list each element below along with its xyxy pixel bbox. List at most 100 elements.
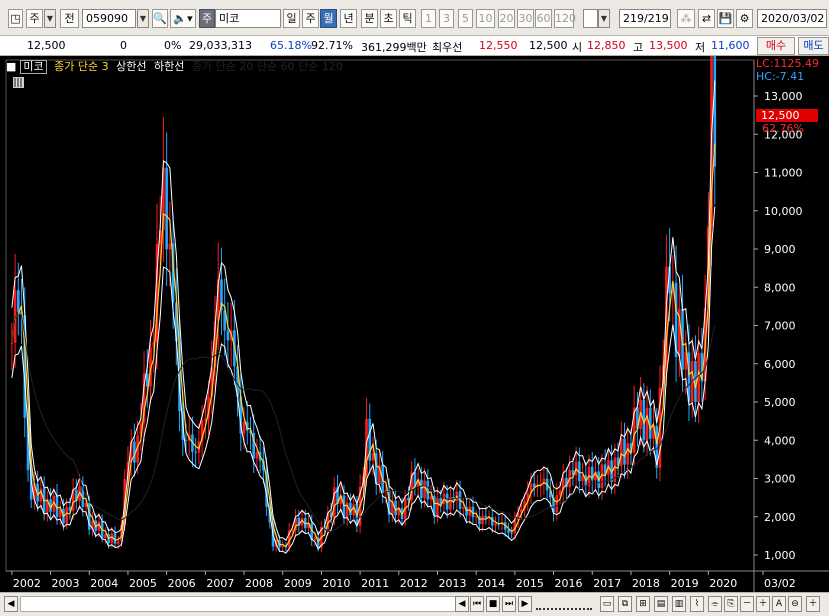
speaker-icon[interactable]: 🔈▾	[170, 9, 196, 28]
window-icon[interactable]: ◳	[8, 9, 23, 28]
change-rate: 0%	[164, 39, 182, 52]
interval-button-0[interactable]: 1	[421, 9, 436, 28]
low-price: 11,600	[711, 39, 750, 52]
period-type-select[interactable]: 주	[26, 9, 43, 28]
open-label: 시	[572, 41, 583, 54]
x-tick-label: 2017	[593, 577, 621, 590]
legend-upper-band[interactable]: 상한선	[116, 60, 146, 73]
legend-ma[interactable]: 종가 단순 3	[54, 60, 108, 73]
stop-icon[interactable]: ■	[486, 596, 500, 612]
legend-hidden-mas[interactable]: 종가 단순 20 단순 60 단순 120	[192, 60, 343, 73]
volume: 29,033,313	[189, 39, 252, 52]
price-change: 0	[120, 39, 127, 52]
grid-icon[interactable]: ⊞	[636, 596, 650, 612]
window-restore-icon[interactable]: ▭	[600, 596, 614, 612]
candle-body	[17, 290, 20, 312]
search-icon[interactable]: 🔍	[152, 9, 168, 28]
stock-code-dropdown-icon[interactable]: ▼	[137, 9, 149, 28]
zoom-in-icon[interactable]: ＋	[806, 596, 820, 612]
prev-button[interactable]: 전	[60, 9, 79, 28]
candle-body	[226, 330, 230, 341]
tab-period-0[interactable]: 일	[283, 9, 300, 28]
date-field[interactable]: 2020/03/02	[757, 9, 827, 28]
high-label: 고	[633, 41, 644, 54]
candle-body	[626, 443, 630, 465]
fast-forward-icon[interactable]: ⏭	[502, 596, 516, 612]
toolbar: ◳ 주 ▼ 전 059090 ▼ 🔍 🔈▾ 주 미코 일주월년분초틱 1 3 5 10…	[0, 0, 829, 36]
interval-button-3[interactable]: 10	[476, 9, 495, 28]
x-tick-label: 2012	[400, 577, 428, 590]
export-icon[interactable]: ⎘	[724, 596, 738, 612]
sell-button[interactable]: 매도	[798, 37, 829, 55]
compare-icon[interactable]: ⇄	[698, 9, 715, 28]
scroll-left-icon[interactable]: ◀	[4, 596, 18, 612]
interval-button-2[interactable]: 5	[458, 9, 473, 28]
ma20-line	[11, 314, 716, 533]
link-icon[interactable]: ⁂	[677, 9, 695, 28]
x-tick-label: 2008	[245, 577, 273, 590]
play-icon[interactable]: ▶	[518, 596, 532, 612]
candle-body	[481, 515, 484, 525]
x-tick-label: 03/02	[764, 577, 796, 590]
data-count-field: 219/219	[619, 9, 671, 28]
y-tick-label: 10,000	[764, 205, 803, 218]
candle-body	[168, 243, 172, 250]
tab-period-4[interactable]: 분	[361, 9, 378, 28]
low-label: 저	[695, 41, 706, 54]
interval-button-7[interactable]: 120	[554, 9, 576, 28]
interval-button-5[interactable]: 30	[517, 9, 534, 28]
quote-row: 12,500 0 0% 29,033,313 65.18% 92.71% 361…	[0, 36, 829, 56]
save-icon[interactable]: 💾	[717, 9, 734, 28]
stock-code-field[interactable]: 059090	[82, 9, 136, 28]
legend-lower-band[interactable]: 하한선	[154, 60, 184, 73]
candle-body	[104, 534, 107, 538]
bar-mode-icon[interactable]: ▤	[654, 596, 668, 612]
chevron-down-icon[interactable]: ▼	[44, 9, 56, 28]
tab-period-5[interactable]: 초	[380, 9, 397, 28]
interval-button-4[interactable]: 20	[498, 9, 515, 28]
tab-period-2[interactable]: 월	[320, 9, 337, 28]
scroll-track[interactable]	[20, 596, 456, 612]
candle-body	[281, 546, 285, 548]
candle-body	[484, 515, 488, 518]
window-tile-icon[interactable]: ⧉	[618, 596, 632, 612]
ratio-2: 92.71%	[311, 39, 353, 52]
gear-icon[interactable]: ⚙	[736, 9, 753, 28]
interval-button-1[interactable]: 3	[439, 9, 454, 28]
auto-scale-icon[interactable]: A	[772, 596, 786, 612]
chart-canvas: 1,000 2,000 3,000 4,000 5,000 6,000 7,000 8,000…	[5, 56, 829, 592]
chart-legend: ■ 미코 종가 단순 3 상한선 하한선 종가 단순 20 단순 60 단순 12…	[6, 58, 347, 74]
interval-dropdown-icon[interactable]: ▼	[598, 9, 610, 28]
tab-period-1[interactable]: 주	[302, 9, 319, 28]
candle-mode-icon[interactable]: ▥	[672, 596, 686, 612]
line-mode-icon[interactable]: ⌇	[690, 596, 704, 612]
candle-body	[10, 342, 14, 344]
stock-name-field[interactable]: 미코	[215, 9, 281, 28]
interval-button-6[interactable]: 60	[535, 9, 552, 28]
x-tick-label: 2007	[206, 577, 234, 590]
buy-button[interactable]: 매수	[757, 37, 795, 55]
y-tick-label: 1,000	[764, 549, 796, 562]
zoom-in-small-icon[interactable]: ＋	[756, 596, 770, 612]
ratio-1: 65.18%	[270, 39, 312, 52]
interval-custom-field[interactable]	[583, 9, 598, 28]
rewind-icon[interactable]: ⏮	[470, 596, 484, 612]
tab-period-6[interactable]: 틱	[399, 9, 416, 28]
legend-stock-name[interactable]: 미코	[20, 60, 47, 74]
candle-body	[313, 537, 317, 541]
tab-period-3[interactable]: 년	[340, 9, 357, 28]
calculator-icon[interactable]	[13, 77, 24, 88]
y-tick-label: 13,000	[764, 90, 803, 103]
priority-bid: 12,500	[529, 39, 568, 52]
zoom-out-small-icon[interactable]: －	[740, 596, 754, 612]
compare-mode-icon[interactable]: ⌯	[708, 596, 722, 612]
speed-slider[interactable]	[536, 598, 592, 610]
y-tick-label: 11,000	[764, 167, 803, 180]
last-price-label: 12,500	[761, 109, 800, 122]
price-chart[interactable]: 1,000 2,000 3,000 4,000 5,000 6,000 7,000 8,000…	[0, 56, 829, 592]
x-tick-label: 2006	[168, 577, 196, 590]
candle-body	[494, 523, 497, 526]
candle-body	[461, 507, 465, 509]
play-back-icon[interactable]: ◀	[455, 596, 469, 612]
zoom-out-icon[interactable]: ⊖	[788, 596, 802, 612]
